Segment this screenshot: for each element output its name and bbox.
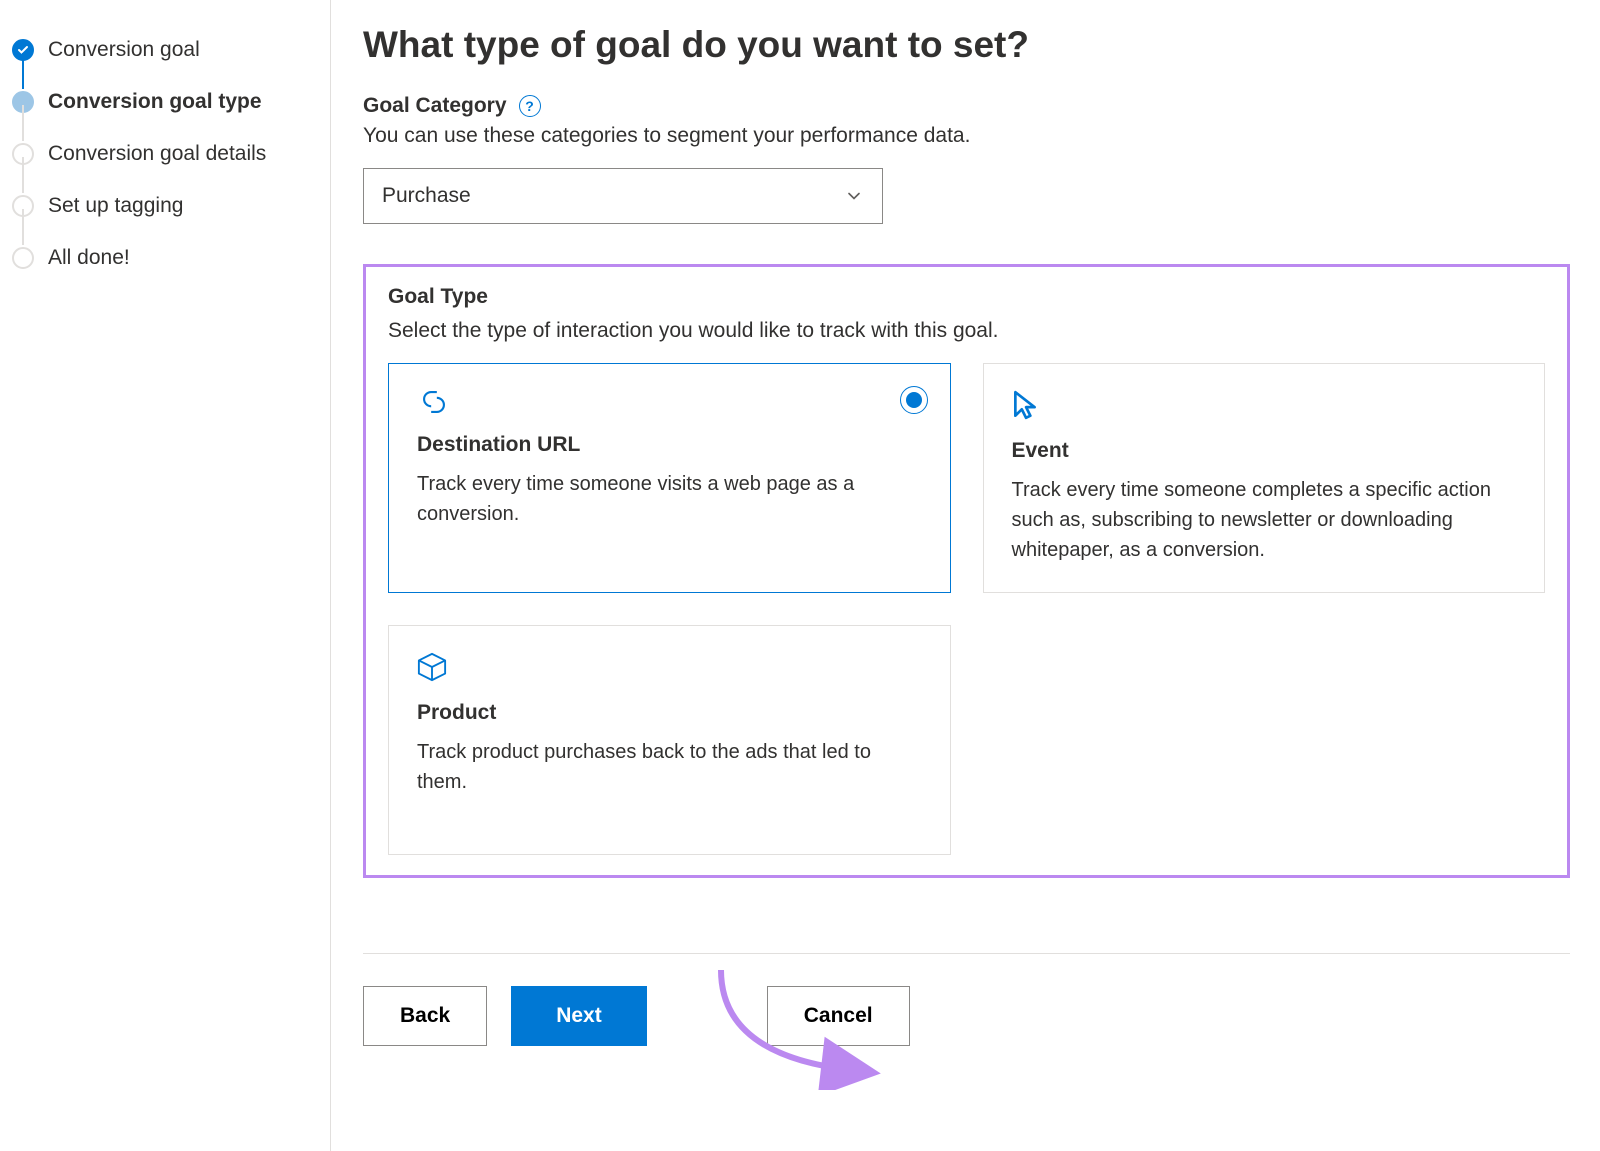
chevron-down-icon xyxy=(844,186,864,206)
option-description: Track every time someone visits a web pa… xyxy=(417,469,922,529)
step-conversion-goal[interactable]: Conversion goal xyxy=(12,24,312,76)
wizard-footer: Back Next Cancel xyxy=(363,954,1570,1046)
wizard-steps: Conversion goal Conversion goal type Con… xyxy=(12,24,312,284)
radio-selected-icon xyxy=(900,386,928,414)
goal-type-option-product[interactable]: Product Track product purchases back to … xyxy=(388,625,951,855)
option-description: Track every time someone completes a spe… xyxy=(1012,475,1517,565)
step-conversion-goal-details[interactable]: Conversion goal details xyxy=(12,128,312,180)
cancel-button[interactable]: Cancel xyxy=(767,986,910,1046)
select-value: Purchase xyxy=(382,184,471,208)
step-label: Conversion goal details xyxy=(48,142,266,166)
box-icon xyxy=(417,652,922,687)
back-button[interactable]: Back xyxy=(363,986,487,1046)
goal-category-select[interactable]: Purchase xyxy=(363,168,883,224)
step-set-up-tagging[interactable]: Set up tagging xyxy=(12,180,312,232)
goal-type-label: Goal Type xyxy=(388,285,1545,309)
step-all-done[interactable]: All done! xyxy=(12,232,312,284)
page-title: What type of goal do you want to set? xyxy=(363,24,1570,66)
pending-step-icon xyxy=(12,247,34,269)
wizard-sidebar: Conversion goal Conversion goal type Con… xyxy=(0,0,330,1151)
goal-type-description: Select the type of interaction you would… xyxy=(388,319,1545,343)
option-title: Destination URL xyxy=(417,433,922,457)
step-label: Conversion goal xyxy=(48,38,200,62)
goal-type-option-event[interactable]: Event Track every time someone completes… xyxy=(983,363,1546,593)
step-label: Set up tagging xyxy=(48,194,183,218)
goal-type-row-2: Product Track product purchases back to … xyxy=(388,625,1545,855)
empty-cell xyxy=(983,625,1546,855)
goal-category-label: Goal Category xyxy=(363,94,507,118)
option-description: Track product purchases back to the ads … xyxy=(417,737,922,797)
option-title: Product xyxy=(417,701,922,725)
main-content: What type of goal do you want to set? Go… xyxy=(331,0,1600,1151)
cursor-icon xyxy=(1012,390,1517,425)
option-title: Event xyxy=(1012,439,1517,463)
step-label: All done! xyxy=(48,246,130,270)
step-label: Conversion goal type xyxy=(48,90,262,114)
goal-type-panel: Goal Type Select the type of interaction… xyxy=(363,264,1570,878)
help-icon[interactable]: ? xyxy=(519,95,541,117)
goal-type-option-destination-url[interactable]: Destination URL Track every time someone… xyxy=(388,363,951,593)
goal-type-row-1: Destination URL Track every time someone… xyxy=(388,363,1545,593)
spacer xyxy=(671,986,743,1046)
link-icon xyxy=(417,390,922,419)
goal-category-label-row: Goal Category ? xyxy=(363,94,1570,118)
next-button[interactable]: Next xyxy=(511,986,647,1046)
step-conversion-goal-type[interactable]: Conversion goal type xyxy=(12,76,312,128)
goal-category-description: You can use these categories to segment … xyxy=(363,124,1570,148)
